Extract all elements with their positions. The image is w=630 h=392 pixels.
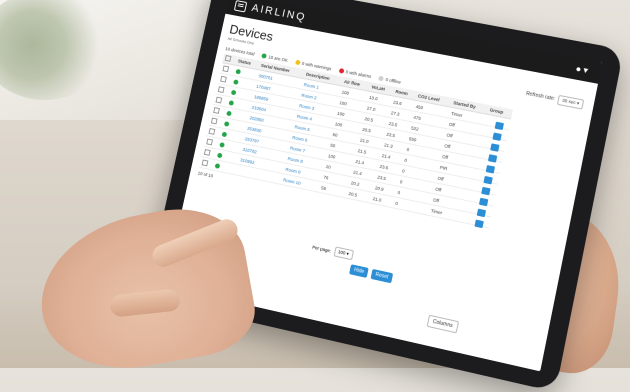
menu-icon[interactable] xyxy=(233,0,248,12)
pagination: Per page: 100 ▾ xyxy=(311,242,354,261)
user-icon[interactable]: ●▾ xyxy=(575,63,591,77)
status-ok-icon xyxy=(223,121,230,127)
legend-offline-label: 0 offline xyxy=(385,77,402,85)
status-ok-icon xyxy=(226,110,232,117)
per-page-value: 100 xyxy=(337,249,346,256)
refresh-label: Refresh rate: xyxy=(525,90,556,103)
row-checkbox[interactable] xyxy=(208,127,216,135)
status-ok-icon xyxy=(228,100,235,106)
per-page-label: Per page: xyxy=(311,244,332,254)
offline-dot-icon xyxy=(378,76,385,82)
row-checkbox[interactable] xyxy=(201,159,209,167)
legend-ok-label: 10 are OK xyxy=(268,54,289,63)
edit-icon[interactable] xyxy=(474,219,484,229)
per-page-select[interactable]: 100 ▾ xyxy=(333,246,354,261)
status-ok-icon xyxy=(214,163,221,169)
row-checkbox[interactable] xyxy=(210,117,218,125)
refresh-value: 30 sec xyxy=(561,97,577,106)
reset-button[interactable]: Reset xyxy=(370,268,394,284)
row-checkbox[interactable] xyxy=(215,96,223,104)
status-ok-icon xyxy=(219,142,225,148)
row-checkbox[interactable] xyxy=(220,75,227,83)
row-checkbox[interactable] xyxy=(217,86,225,93)
row-checkbox[interactable] xyxy=(222,65,230,72)
ok-dot-icon xyxy=(261,53,268,60)
columns-button[interactable]: Columns xyxy=(426,314,459,334)
hide-button[interactable]: Hide xyxy=(349,264,369,278)
status-ok-icon xyxy=(230,89,237,96)
row-checkbox[interactable] xyxy=(213,106,221,114)
alarm-dot-icon xyxy=(338,68,345,75)
row-checkbox[interactable] xyxy=(206,138,214,146)
status-ok-icon xyxy=(221,131,228,138)
status-ok-icon xyxy=(235,68,241,75)
status-ok-icon xyxy=(232,79,239,85)
status-ok-icon xyxy=(216,152,223,159)
select-all-checkbox[interactable] xyxy=(224,55,232,63)
row-checkbox[interactable] xyxy=(203,148,211,156)
warning-dot-icon xyxy=(294,59,301,66)
